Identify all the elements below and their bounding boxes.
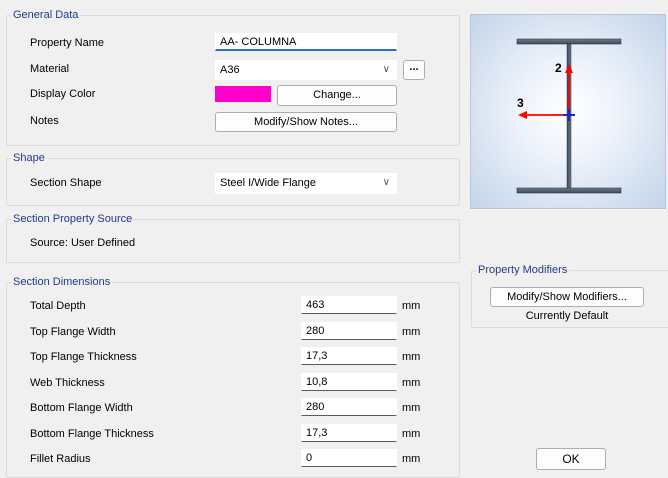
property-name-label: Property Name [30, 37, 104, 49]
material-select[interactable]: A36 ∨ [215, 60, 397, 80]
bottom-flange-thickness-input[interactable]: 17,3 [301, 424, 397, 442]
notes-label: Notes [30, 115, 59, 127]
modify-notes-button[interactable]: Modify/Show Notes... [215, 112, 397, 132]
bottom-flange-width-unit: mm [402, 402, 421, 414]
fillet-radius-label: Fillet Radius [30, 453, 91, 465]
top-flange-width-label: Top Flange Width [30, 326, 116, 338]
modifiers-status: Currently Default [525, 310, 609, 322]
section-shape-value: Steel I/Wide Flange [220, 177, 316, 189]
total-depth-label: Total Depth [30, 300, 86, 312]
shape-legend: Shape [11, 152, 47, 165]
total-depth-unit: mm [402, 300, 421, 312]
bottom-flange-width-input[interactable]: 280 [301, 398, 397, 416]
top-flange-thickness-label: Top Flange Thickness [30, 351, 137, 363]
axis-3-label: 3 [517, 96, 524, 110]
top-flange-shape [516, 38, 622, 45]
source-text: Source: User Defined [30, 237, 136, 249]
chevron-down-icon: ∨ [382, 64, 390, 75]
web-thickness-label: Web Thickness [30, 377, 105, 389]
section-property-source-legend: Section Property Source [11, 213, 135, 226]
bottom-flange-thickness-label: Bottom Flange Thickness [30, 428, 154, 440]
change-color-button[interactable]: Change... [277, 85, 397, 106]
top-flange-width-unit: mm [402, 326, 421, 338]
top-flange-width-input[interactable]: 280 [301, 322, 397, 340]
bottom-flange-width-label: Bottom Flange Width [30, 402, 133, 414]
i-beam-diagram [516, 38, 622, 194]
section-shape-label: Section Shape [30, 177, 102, 189]
section-shape-select[interactable]: Steel I/Wide Flange ∨ [215, 173, 397, 194]
property-name-input[interactable]: AA- COLUMNA [215, 33, 397, 51]
fillet-radius-unit: mm [402, 453, 421, 465]
fillet-radius-input[interactable]: 0 [301, 449, 397, 467]
material-label: Material [30, 63, 70, 75]
web-thickness-unit: mm [402, 377, 421, 389]
top-flange-thickness-input[interactable]: 17,3 [301, 347, 397, 365]
section-preview: 2 3 [470, 14, 666, 209]
chevron-down-icon: ∨ [382, 177, 390, 188]
display-color-label: Display Color [30, 88, 96, 100]
bottom-flange-shape [516, 187, 622, 194]
ok-button[interactable]: OK [536, 448, 606, 470]
total-depth-input[interactable]: 463 [301, 296, 397, 314]
general-data-legend: General Data [11, 9, 81, 22]
material-more-button[interactable]: ... [403, 60, 425, 80]
web-thickness-input[interactable]: 10,8 [301, 373, 397, 391]
display-color-swatch[interactable] [215, 86, 271, 102]
section-dimensions-legend: Section Dimensions [11, 276, 113, 289]
top-flange-thickness-unit: mm [402, 351, 421, 363]
property-modifiers-legend: Property Modifiers [476, 264, 570, 277]
axis-2-label: 2 [555, 61, 562, 75]
material-select-value: A36 [220, 64, 240, 76]
bottom-flange-thickness-unit: mm [402, 428, 421, 440]
modify-modifiers-button[interactable]: Modify/Show Modifiers... [490, 287, 644, 307]
